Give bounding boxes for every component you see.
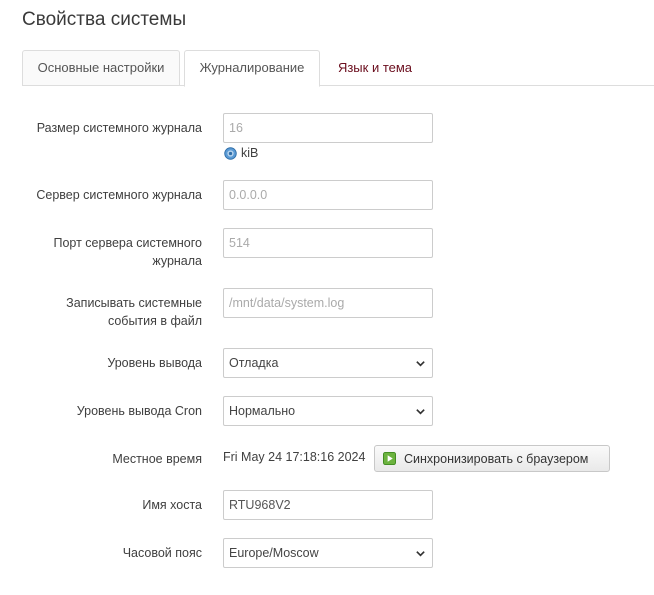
log-size-unit-hint: kiB — [224, 145, 258, 161]
log-level-label: Уровень вывода — [107, 356, 202, 370]
timezone-label: Часовой пояс — [122, 546, 202, 560]
local-time-value: Fri May 24 17:18:16 2024 — [223, 450, 366, 464]
log-level-value: Отладка — [229, 356, 279, 370]
log-size-input[interactable] — [223, 113, 433, 143]
hostname-label: Имя хоста — [142, 498, 202, 512]
hostname-input[interactable] — [223, 490, 433, 520]
log-port-label-line1: Порт сервера системного — [53, 236, 203, 250]
log-port-label-line2: журнала — [152, 254, 202, 268]
cron-level-label: Уровень вывода Cron — [76, 404, 202, 418]
tab-general-settings[interactable]: Основные настройки — [22, 50, 180, 86]
log-file-label-line1: Записывать системные — [66, 296, 202, 310]
chevron-down-icon — [416, 409, 425, 415]
cron-level-select[interactable]: Нормально — [223, 396, 433, 426]
log-size-label: Размер системного журнала — [36, 121, 202, 135]
log-file-label: Записывать системные события в файл — [12, 294, 202, 330]
log-server-input[interactable] — [223, 180, 433, 210]
sync-with-browser-button[interactable]: Синхронизировать с браузером — [374, 445, 610, 472]
page-title: Свойства системы — [22, 9, 187, 30]
log-size-unit: kiB — [241, 146, 259, 160]
local-time-label: Местное время — [112, 452, 202, 466]
log-port-label: Порт сервера системного журнала — [12, 234, 203, 270]
log-file-input[interactable] — [223, 288, 433, 318]
info-icon — [224, 146, 237, 160]
tab-bar: Основные настройки Журналирование Язык и… — [22, 50, 654, 87]
timezone-select[interactable]: Europe/Moscow — [223, 538, 433, 568]
cron-level-value: Нормально — [229, 404, 296, 418]
play-icon — [383, 452, 396, 465]
tab-logging[interactable]: Журналирование — [184, 50, 320, 87]
log-level-select[interactable]: Отладка — [223, 348, 433, 378]
log-file-label-line2: события в файл — [107, 314, 202, 328]
chevron-down-icon — [416, 361, 425, 367]
log-server-label: Сервер системного журнала — [36, 188, 202, 202]
sync-button-label: Синхронизировать с браузером — [404, 451, 589, 466]
tab-language-theme[interactable]: Язык и тема — [324, 50, 426, 86]
timezone-value: Europe/Moscow — [229, 546, 319, 560]
chevron-down-icon — [416, 551, 425, 557]
log-port-input[interactable] — [223, 228, 433, 258]
